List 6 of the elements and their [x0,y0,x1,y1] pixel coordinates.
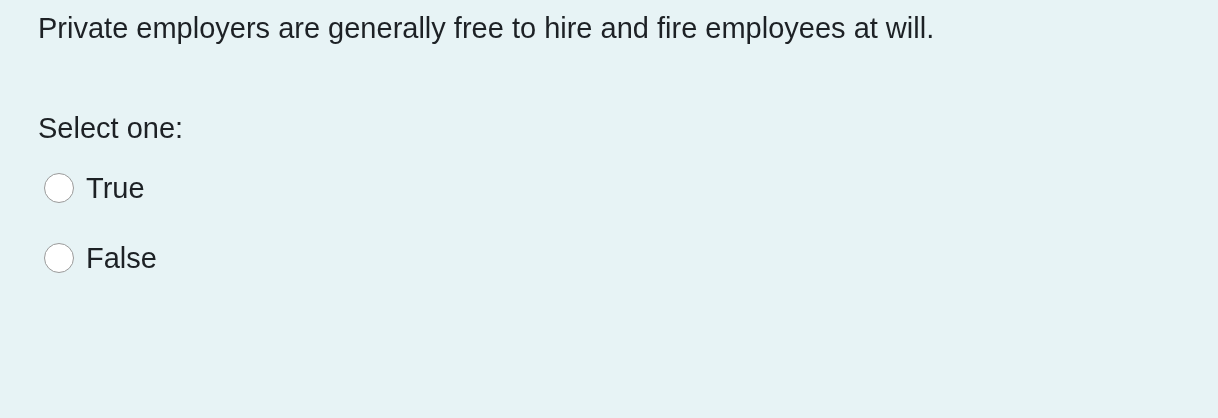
select-prompt: Select one: [38,111,185,146]
radio-button[interactable] [44,243,74,273]
option-label: False [86,241,157,276]
question-text: Private employers are generally free to hire and fire employees at will. [38,11,936,46]
radio-button[interactable] [44,173,74,203]
option-label: True [86,171,145,206]
